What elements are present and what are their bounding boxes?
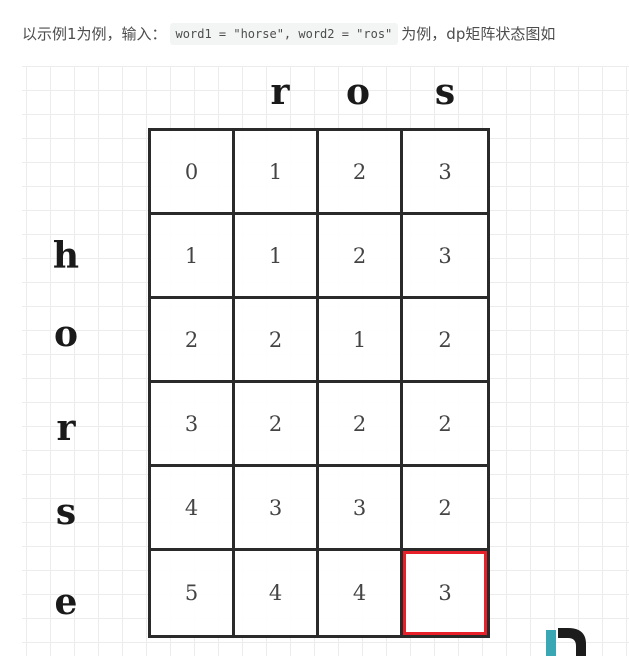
matrix-cell: 2 [403, 383, 487, 467]
row-header-2: o [53, 313, 78, 355]
row-header-5: e [54, 581, 78, 623]
matrix-cell: 2 [319, 215, 403, 299]
matrix-cell: 2 [319, 383, 403, 467]
matrix-cell: 2 [235, 383, 319, 467]
watermark-logo-icon [546, 628, 586, 656]
matrix-cell: 5 [151, 551, 235, 635]
column-header-2: o [345, 71, 370, 113]
matrix-cell: 1 [319, 299, 403, 383]
matrix-cell: 2 [235, 299, 319, 383]
column-header-3: s [434, 71, 456, 113]
row-header-1: h [52, 235, 80, 277]
dp-matrix-figure: r o s h o r s e 0 1 2 3 1 1 2 3 2 2 1 2 … [22, 66, 629, 656]
matrix-cell: 0 [151, 131, 235, 215]
row-header-4: s [55, 491, 77, 533]
matrix-cell: 1 [151, 215, 235, 299]
matrix-cell: 3 [319, 467, 403, 551]
matrix-cell: 1 [235, 131, 319, 215]
matrix-cell: 1 [235, 215, 319, 299]
matrix-cell: 4 [235, 551, 319, 635]
matrix-cell: 2 [403, 299, 487, 383]
matrix-cell: 3 [235, 467, 319, 551]
matrix-cell: 3 [151, 383, 235, 467]
matrix-cell: 4 [151, 467, 235, 551]
intro-suffix: 为例，dp矩阵状态图如 [401, 25, 556, 43]
inline-code: word1 = "horse", word2 = "ros" [169, 23, 399, 45]
matrix-cell: 3 [403, 215, 487, 299]
intro-text: 以示例1为例，输入： word1 = "horse", word2 = "ros"… [22, 21, 629, 47]
dp-matrix-table: 0 1 2 3 1 1 2 3 2 2 1 2 3 2 2 2 4 3 3 2 … [148, 128, 490, 638]
matrix-cell: 3 [403, 131, 487, 215]
matrix-cell: 2 [151, 299, 235, 383]
matrix-cell: 2 [319, 131, 403, 215]
column-header-1: r [270, 71, 290, 113]
matrix-cell-result: 3 [403, 551, 487, 635]
intro-prefix: 以示例1为例，输入： [22, 25, 167, 43]
row-header-3: r [56, 407, 76, 449]
matrix-cell: 4 [319, 551, 403, 635]
matrix-cell: 2 [403, 467, 487, 551]
